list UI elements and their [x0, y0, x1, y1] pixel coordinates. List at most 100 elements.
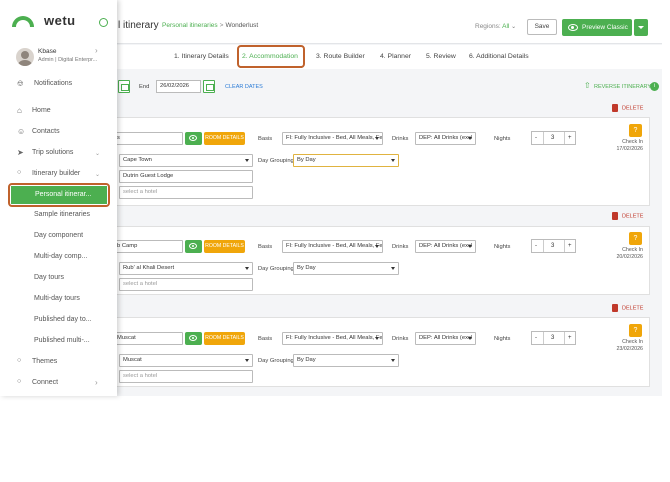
- stepper-divider: [543, 132, 544, 144]
- nights-stepper[interactable]: - 3 +: [531, 239, 576, 253]
- eye-icon[interactable]: [185, 132, 202, 145]
- sidebar-item-connect[interactable]: Connect: [32, 379, 58, 386]
- check-in-info: Check In 23/02/2026: [603, 339, 643, 353]
- check-in-info: Check In 20/02/2026: [603, 247, 643, 261]
- drinks-select[interactable]: DEP: All Drinks (excl: [415, 332, 476, 345]
- sidebar-item-themes[interactable]: Themes: [32, 358, 57, 365]
- nights-decrement[interactable]: -: [535, 135, 537, 141]
- sidebar-item-sample-itineraries[interactable]: Sample itineraries: [34, 211, 90, 218]
- top-bar: l itinerary Personal itineraries > Wonderl…: [112, 8, 662, 44]
- sidebar: wetu Kbase Admin | Digital Enterpr... › …: [0, 0, 117, 396]
- end-calendar-icon[interactable]: [203, 80, 215, 93]
- trash-icon: [612, 212, 618, 220]
- sidebar-item-published-day-tours[interactable]: Published day to...: [34, 316, 92, 323]
- basis-select[interactable]: FI: Fully Inclusive - Bed, All Meals, Fe…: [282, 332, 383, 345]
- sidebar-item-day-component[interactable]: Day component: [34, 232, 83, 239]
- delete-stop-3[interactable]: DELETE: [612, 304, 643, 312]
- user-name[interactable]: Kbase: [38, 48, 56, 55]
- sidebar-item-itinerary-builder[interactable]: Itinerary builder: [32, 170, 80, 177]
- help-question-icon[interactable]: ?: [629, 232, 642, 245]
- hotel-search-input[interactable]: select a hotel: [119, 370, 253, 383]
- chevron-down-icon[interactable]: ⌄: [95, 171, 100, 178]
- sidebar-item-day-tours[interactable]: Day tours: [34, 274, 64, 281]
- sidebar-toggle-icon[interactable]: [99, 18, 108, 27]
- hotel-search-input[interactable]: select a hotel: [119, 186, 253, 199]
- day-grouping-select[interactable]: By Day: [293, 262, 399, 275]
- drinks-select[interactable]: DEP: All Drinks (excl: [415, 240, 476, 253]
- tab-planner[interactable]: 4. Planner: [380, 53, 411, 60]
- nights-increment[interactable]: +: [568, 243, 572, 249]
- basis-select[interactable]: FI: Fully Inclusive - Bed, All Meals, Fe…: [282, 132, 383, 145]
- location-select[interactable]: Muscat: [119, 354, 253, 367]
- stop-name-input[interactable]: Muscat: [113, 332, 183, 345]
- hotel-search-input[interactable]: select a hotel: [119, 278, 253, 291]
- location-select[interactable]: Rub' al Khali Desert: [119, 262, 253, 275]
- accommodation-input[interactable]: Dutrin Guest Lodge: [119, 170, 253, 183]
- preview-classic-button[interactable]: Preview Classic: [562, 19, 632, 36]
- eye-icon[interactable]: [185, 332, 202, 345]
- day-grouping-label: Day Grouping: [258, 158, 294, 164]
- avatar[interactable]: [16, 48, 34, 66]
- info-icon[interactable]: i: [650, 82, 659, 91]
- clear-dates-link[interactable]: CLEAR DATES: [225, 84, 263, 90]
- sidebar-item-trip-solutions[interactable]: Trip solutions: [32, 149, 73, 156]
- regions-selector[interactable]: Regions: All ⌄: [475, 23, 516, 30]
- tab-additional-details[interactable]: 6. Additional Details: [469, 53, 529, 60]
- eye-icon: [568, 24, 578, 31]
- contacts-icon: ☺: [17, 127, 26, 136]
- basis-select[interactable]: FI: Fully Inclusive - Bed, All Meals, Fe…: [282, 240, 383, 253]
- drinks-select[interactable]: DEP: All Drinks (excl: [415, 132, 476, 145]
- stepper-divider: [543, 332, 544, 344]
- nights-value: 3: [551, 135, 555, 141]
- check-in-date: 23/02/2026: [616, 346, 643, 352]
- delete-label: DELETE: [622, 213, 644, 220]
- nights-decrement[interactable]: -: [535, 335, 537, 341]
- start-calendar-icon[interactable]: [118, 80, 130, 93]
- trash-icon: [612, 104, 618, 112]
- help-question-icon[interactable]: ?: [629, 324, 642, 337]
- room-details-button[interactable]: ROOM DETAILS: [204, 332, 245, 345]
- room-details-button[interactable]: ROOM DETAILS: [204, 240, 245, 253]
- chevron-right-icon[interactable]: ›: [95, 378, 98, 387]
- regions-label: Regions:: [475, 23, 501, 30]
- sidebar-item-multi-day-tours[interactable]: Multi-day tours: [34, 295, 80, 302]
- eye-icon[interactable]: [185, 240, 202, 253]
- stop-name-input[interactable]: b Camp: [113, 240, 183, 253]
- help-question-icon[interactable]: ?: [629, 124, 642, 137]
- day-grouping-select[interactable]: By Day: [293, 154, 399, 167]
- sidebar-item-published-multi-day[interactable]: Published multi-...: [34, 337, 90, 344]
- tab-route-builder[interactable]: 3. Route Builder: [316, 53, 365, 60]
- tab-itinerary-details[interactable]: 1. Itinerary Details: [174, 53, 229, 60]
- check-in-label: Check In: [622, 339, 643, 345]
- sidebar-item-home[interactable]: Home: [32, 107, 51, 114]
- reverse-itinerary-link[interactable]: REVERSE ITINERARY: [594, 84, 651, 90]
- sidebar-item-notifications[interactable]: Notifications: [34, 80, 72, 87]
- nights-stepper[interactable]: - 3 +: [531, 131, 576, 145]
- breadcrumb-personal-itineraries[interactable]: Personal itineraries: [162, 22, 218, 29]
- save-button[interactable]: Save: [527, 19, 557, 35]
- tab-review[interactable]: 5. Review: [426, 53, 456, 60]
- end-date-input[interactable]: 26/02/2026: [156, 80, 201, 93]
- nights-decrement[interactable]: -: [535, 243, 537, 249]
- room-details-button[interactable]: ROOM DETAILS: [204, 132, 245, 145]
- logo-arc-icon: [12, 16, 34, 27]
- nights-label: Nights: [494, 244, 511, 250]
- day-grouping-select[interactable]: By Day: [293, 354, 399, 367]
- nights-stepper[interactable]: - 3 +: [531, 331, 576, 345]
- trash-icon: [612, 304, 618, 312]
- check-in-label: Check In: [622, 247, 643, 253]
- nights-value: 3: [551, 335, 555, 341]
- day-grouping-label: Day Grouping: [258, 358, 294, 364]
- chevron-down-icon[interactable]: ⌄: [95, 150, 100, 157]
- bell-icon: ⎊: [17, 79, 24, 88]
- chevron-right-icon[interactable]: ›: [95, 46, 98, 55]
- location-select[interactable]: Cape Town: [119, 154, 253, 167]
- preview-dropdown-button[interactable]: [634, 19, 648, 36]
- nights-increment[interactable]: +: [568, 135, 572, 141]
- sidebar-item-contacts[interactable]: Contacts: [32, 128, 60, 135]
- delete-stop-2[interactable]: DELETE: [612, 212, 643, 220]
- sidebar-item-multi-day-component[interactable]: Multi-day comp...: [34, 253, 87, 260]
- delete-stop-1[interactable]: DELETE: [612, 104, 643, 112]
- stop-name-input[interactable]: s: [113, 132, 183, 145]
- nights-increment[interactable]: +: [568, 335, 572, 341]
